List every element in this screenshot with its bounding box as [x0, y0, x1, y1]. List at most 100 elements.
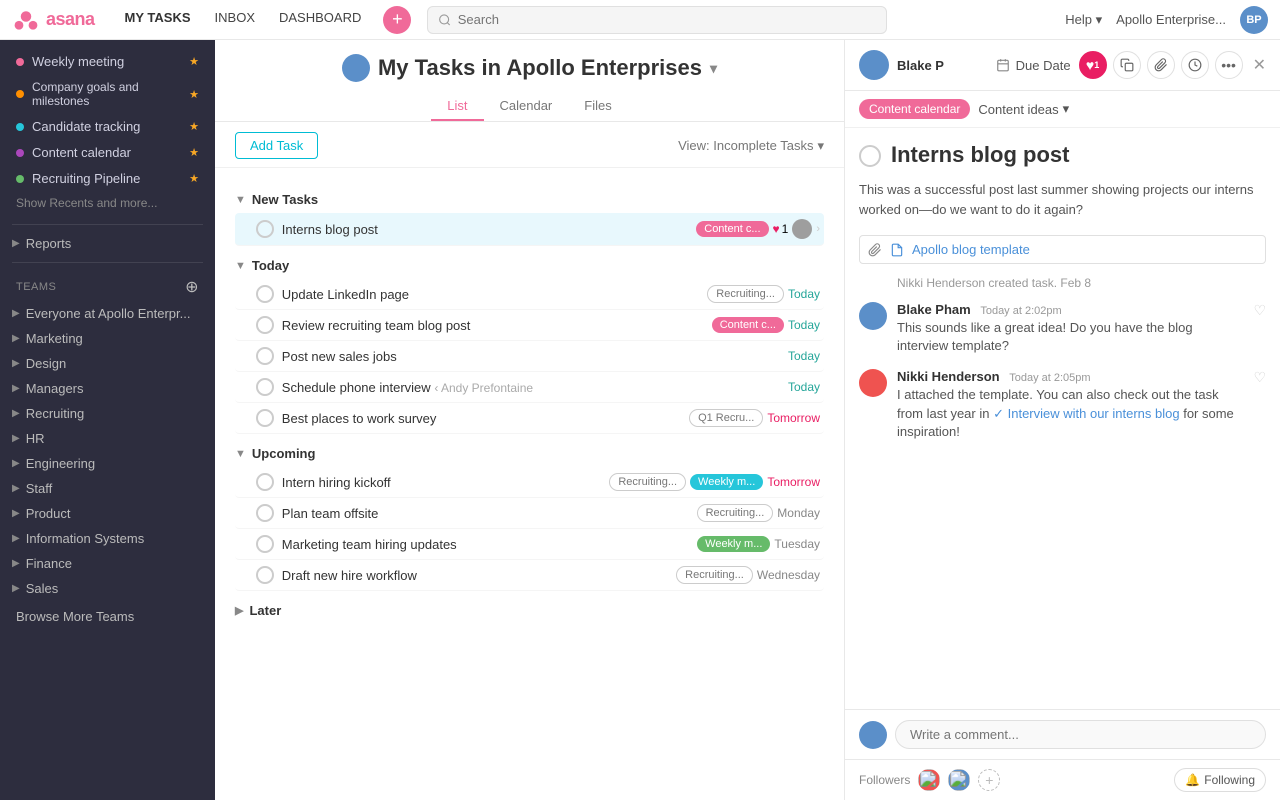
sidebar-item-marketing[interactable]: ▶ Marketing [0, 326, 215, 351]
show-recents-link[interactable]: Show Recents and more... [0, 192, 215, 218]
help-button[interactable]: Help ▾ [1065, 12, 1102, 28]
detail-project-tag[interactable]: Content calendar [859, 99, 970, 119]
task-check[interactable] [256, 535, 274, 553]
task-tag[interactable]: Recruiting... [609, 473, 686, 491]
search-input[interactable] [458, 12, 877, 27]
sidebar-item-candidate-tracking[interactable]: Candidate tracking ★ [4, 114, 211, 139]
copy-action-button[interactable] [1113, 51, 1141, 79]
section-upcoming[interactable]: ▼ Upcoming [235, 434, 824, 467]
task-tag[interactable]: Weekly m... [690, 474, 763, 490]
divider [12, 224, 203, 225]
comment-item: Nikki Henderson Today at 2:05pm I attach… [859, 369, 1266, 441]
task-check[interactable] [256, 473, 274, 491]
user-avatar[interactable]: BP [1240, 6, 1268, 34]
sidebar-item-product[interactable]: ▶ Product [0, 501, 215, 526]
sidebar-item-design[interactable]: ▶ Design [0, 351, 215, 376]
logo[interactable]: asana [12, 6, 95, 34]
attachment-action-button[interactable] [1147, 51, 1175, 79]
add-follower-button[interactable]: + [978, 769, 1000, 791]
task-row[interactable]: ⠿ Plan team offsite Recruiting... Monday [235, 498, 824, 529]
browse-more-teams-link[interactable]: Browse More Teams [0, 601, 215, 632]
close-button[interactable]: ✕ [1253, 55, 1266, 75]
detail-task-check[interactable] [859, 145, 881, 167]
divider [12, 262, 203, 263]
tab-calendar[interactable]: Calendar [484, 92, 569, 121]
task-tag[interactable]: Recruiting... [707, 285, 784, 303]
add-team-button[interactable]: ⊕ [185, 277, 199, 297]
task-check[interactable] [256, 316, 274, 334]
sidebar-item-weekly-meeting[interactable]: Weekly meeting ★ [4, 49, 211, 74]
task-tag[interactable]: Recruiting... [676, 566, 753, 584]
sidebar-item-company-goals[interactable]: Company goals and milestones ★ [4, 75, 211, 113]
detail-assignee[interactable]: Blake P [897, 58, 988, 73]
comment-heart-button[interactable]: ♡ [1253, 369, 1266, 441]
sidebar-item-content-calendar[interactable]: Content calendar ★ [4, 140, 211, 165]
task-row[interactable]: ⠿ Draft new hire workflow Recruiting... … [235, 560, 824, 591]
title-chevron-icon[interactable]: ▾ [710, 60, 717, 77]
sidebar-item-label: Managers [26, 381, 84, 396]
nav-my-tasks[interactable]: MY TASKS [115, 6, 201, 34]
tab-list[interactable]: List [431, 92, 483, 121]
task-tag[interactable]: Content c... [712, 317, 784, 333]
following-button[interactable]: 🔔 Following [1174, 768, 1266, 792]
task-row[interactable]: ⠿ Marketing team hiring updates Weekly m… [235, 529, 824, 560]
collaborator-text: ‹ Andy Prefontaine [434, 381, 533, 395]
task-tag[interactable]: Recruiting... [697, 504, 774, 522]
sidebar-item-managers[interactable]: ▶ Managers [0, 376, 215, 401]
sidebar-item-everyone[interactable]: ▶ Everyone at Apollo Enterpr... [0, 301, 215, 326]
view-filter[interactable]: View: Incomplete Tasks ▾ [678, 138, 824, 154]
nav-inbox[interactable]: INBOX [205, 6, 265, 34]
sidebar-item-staff[interactable]: ▶ Staff [0, 476, 215, 501]
task-check[interactable] [256, 504, 274, 522]
task-check[interactable] [256, 285, 274, 303]
section-today[interactable]: ▼ Today [235, 246, 824, 279]
add-button[interactable]: + [383, 6, 411, 34]
section-later[interactable]: ▶ Later [235, 591, 824, 624]
heart-icon[interactable]: ♥ [773, 222, 780, 236]
title-avatar [342, 54, 370, 82]
more-action-button[interactable]: ••• [1215, 51, 1243, 79]
task-name: Update LinkedIn page [282, 287, 699, 302]
task-check[interactable] [256, 378, 274, 396]
task-tag[interactable]: Q1 Recru... [689, 409, 763, 427]
detail-section-tag[interactable]: Content ideas ▾ [978, 101, 1069, 117]
add-task-button[interactable]: Add Task [235, 132, 318, 159]
attachment-row[interactable]: Apollo blog template [859, 235, 1266, 264]
nav-dashboard[interactable]: DASHBOARD [269, 6, 371, 34]
task-check[interactable] [256, 220, 274, 238]
star-icon: ★ [189, 120, 199, 133]
task-check[interactable] [256, 566, 274, 584]
task-tag[interactable]: Weekly m... [697, 536, 770, 552]
sidebar-item-hr[interactable]: ▶ HR [0, 426, 215, 451]
task-row[interactable]: ⠿ Update LinkedIn page Recruiting... Tod… [235, 279, 824, 310]
task-check[interactable] [256, 347, 274, 365]
task-row[interactable]: ⠿ Schedule phone interview ‹ Andy Prefon… [235, 372, 824, 403]
task-row[interactable]: ⠿ Post new sales jobs Today [235, 341, 824, 372]
sidebar-item-label: Sales [26, 581, 59, 596]
task-row[interactable]: ⠿ Best places to work survey Q1 Recru...… [235, 403, 824, 434]
detail-due-date[interactable]: Due Date [996, 58, 1071, 73]
attachment-link[interactable]: Apollo blog template [912, 242, 1030, 257]
filter-chevron-icon: ▾ [817, 138, 824, 154]
sidebar-item-finance[interactable]: ▶ Finance [0, 551, 215, 576]
timer-action-button[interactable] [1181, 51, 1209, 79]
enterprise-button[interactable]: Apollo Enterprise... [1116, 12, 1226, 27]
task-row[interactable]: ⠿ Intern hiring kickoff Recruiting... We… [235, 467, 824, 498]
task-tag[interactable]: Content c... [696, 221, 768, 237]
task-check[interactable] [256, 409, 274, 427]
task-row[interactable]: ⠿ Interns blog post Content c... ♥ 1 › [235, 213, 824, 246]
task-row[interactable]: ⠿ Review recruiting team blog post Conte… [235, 310, 824, 341]
sidebar-item-recruiting[interactable]: ▶ Recruiting [0, 401, 215, 426]
heart-action-button[interactable]: ♥ 1 [1079, 51, 1107, 79]
sidebar-item-sales[interactable]: ▶ Sales [0, 576, 215, 601]
sidebar-item-reports[interactable]: ▶ Reports [0, 231, 215, 256]
sidebar-item-information-systems[interactable]: ▶ Information Systems [0, 526, 215, 551]
section-new-tasks[interactable]: ▼ New Tasks [235, 180, 824, 213]
tab-files[interactable]: Files [568, 92, 627, 121]
sidebar-item-recruiting-pipeline[interactable]: Recruiting Pipeline ★ [4, 166, 211, 191]
comment-link[interactable]: ✓ Interview with our interns blog [993, 406, 1180, 421]
content-area: My Tasks in Apollo Enterprises ▾ List Ca… [215, 40, 1280, 800]
comment-heart-button[interactable]: ♡ [1253, 302, 1266, 355]
comment-input[interactable] [895, 720, 1266, 749]
sidebar-item-engineering[interactable]: ▶ Engineering [0, 451, 215, 476]
